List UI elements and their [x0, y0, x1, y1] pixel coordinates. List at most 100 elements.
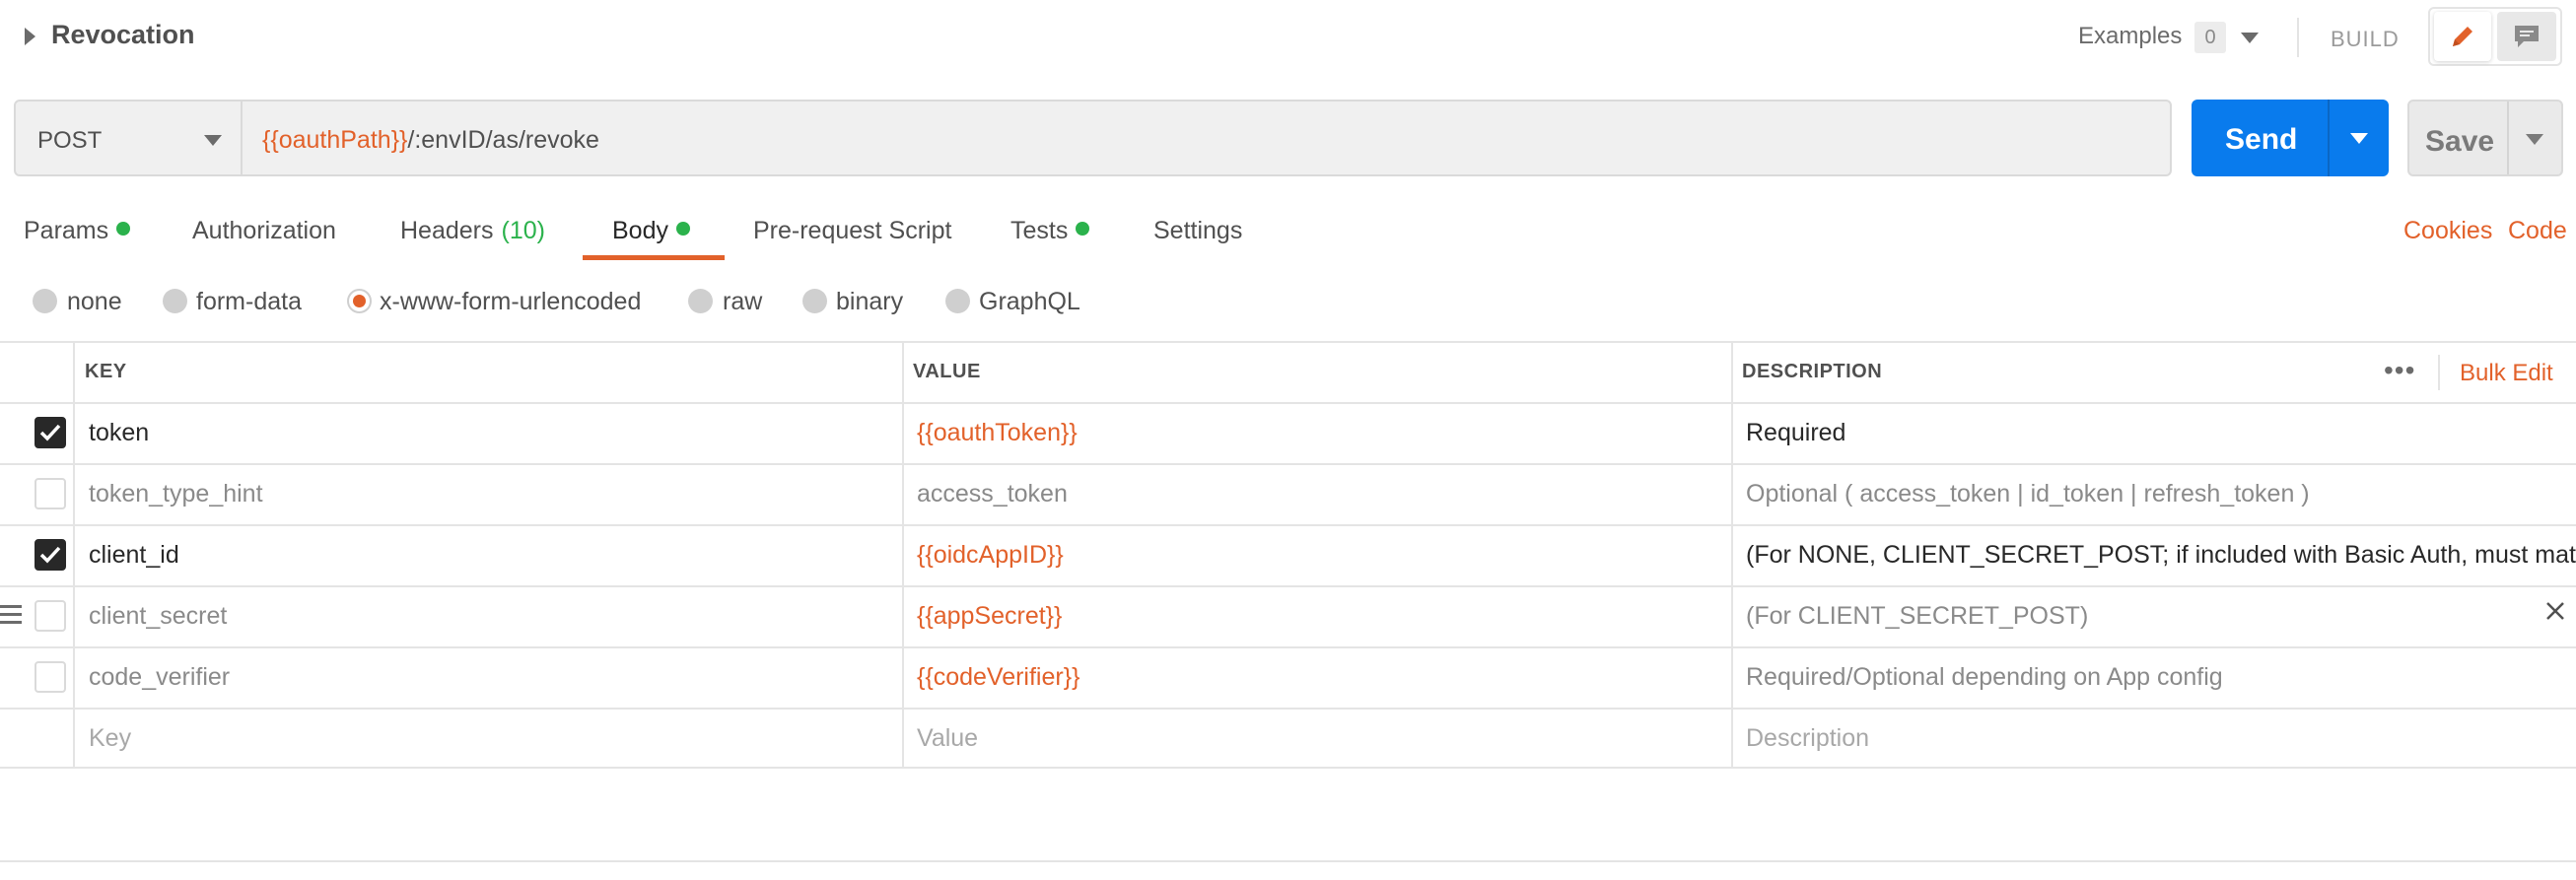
row-checkbox[interactable]	[35, 478, 66, 509]
tab-label: Authorization	[192, 217, 336, 244]
request-name[interactable]: Revocation	[51, 20, 195, 50]
row-border	[0, 585, 2576, 587]
comment-icon	[2515, 26, 2539, 47]
header-divider	[2438, 355, 2440, 390]
save-button[interactable]: Save	[2407, 100, 2563, 176]
examples-label[interactable]: Examples	[2078, 23, 2182, 50]
expand-caret-icon[interactable]	[25, 28, 35, 45]
row-border	[0, 646, 2576, 648]
send-label: Send	[2225, 123, 2298, 156]
param-key[interactable]: client_id	[89, 541, 179, 570]
radio-label-none[interactable]: none	[67, 288, 122, 316]
method-value: POST	[37, 127, 103, 154]
row-checkbox[interactable]	[35, 661, 66, 693]
radio-graphql[interactable]	[945, 289, 970, 313]
param-description[interactable]: (For CLIENT_SECRET_POST)	[1746, 602, 2088, 631]
row-checkbox[interactable]	[35, 600, 66, 632]
method-select[interactable]: POST	[14, 100, 243, 176]
header-divider	[2297, 18, 2299, 57]
param-value[interactable]: {{oidcAppID}}	[917, 541, 1064, 570]
tab-label: Params	[24, 217, 109, 244]
save-label: Save	[2425, 125, 2495, 158]
param-value[interactable]: {{appSecret}}	[917, 602, 1062, 631]
table-top-border	[0, 341, 2576, 343]
tab-label: Pre-request Script	[753, 217, 952, 244]
radio-label-form-data[interactable]: form-data	[196, 288, 302, 316]
radio-x-www-form-urlencoded[interactable]	[347, 289, 372, 313]
row-border	[0, 463, 2576, 465]
radio-none[interactable]	[33, 289, 57, 313]
param-key[interactable]: code_verifier	[89, 663, 230, 692]
url-input[interactable]: {{oauthPath}}/:envID/as/revoke	[242, 100, 2172, 176]
status-dot-icon	[116, 222, 131, 236]
new-value-input[interactable]: Value	[917, 724, 978, 753]
param-key[interactable]: token_type_hint	[89, 480, 263, 508]
checkmark-icon	[39, 546, 61, 564]
param-description[interactable]: Optional ( access_token | id_token | ref…	[1746, 480, 2310, 508]
table-bottom-border	[0, 860, 2576, 862]
comments-mode-button[interactable]	[2497, 12, 2556, 61]
save-options-icon[interactable]	[2526, 134, 2543, 145]
radio-label-raw[interactable]: raw	[723, 288, 762, 316]
param-description[interactable]: Required/Optional depending on App confi…	[1746, 663, 2223, 692]
row-border	[0, 708, 2576, 710]
param-value[interactable]: access_token	[917, 480, 1068, 508]
edit-mode-button[interactable]	[2434, 12, 2491, 61]
close-icon[interactable]	[2544, 600, 2566, 622]
examples-dropdown-icon[interactable]	[2241, 33, 2259, 43]
new-description-input[interactable]: Description	[1746, 724, 1869, 753]
status-dot-icon	[1076, 222, 1090, 236]
status-dot-icon	[675, 222, 690, 236]
radio-binary[interactable]	[802, 289, 827, 313]
row-checkbox[interactable]	[35, 417, 66, 448]
send-button[interactable]: Send	[2192, 100, 2389, 176]
radio-label-graphql[interactable]: GraphQL	[979, 288, 1080, 316]
column-header-value: VALUE	[913, 361, 981, 382]
radio-label-x-www-form-urlencoded[interactable]: x-www-form-urlencoded	[380, 288, 641, 316]
param-key[interactable]: token	[89, 419, 149, 447]
save-divider	[2507, 102, 2509, 174]
drag-handle-icon[interactable]	[0, 605, 22, 629]
ellipsis-icon[interactable]: •••	[2384, 355, 2415, 386]
description-cell: (For NONE, CLIENT_SECRET_POST; if includ…	[1746, 541, 2576, 573]
active-tab-indicator	[583, 255, 725, 260]
examples-count-badge: 0	[2194, 22, 2226, 53]
param-value[interactable]: {{oauthToken}}	[917, 419, 1078, 447]
url-path: /:envID/as/revoke	[407, 126, 599, 154]
bulk-edit-link[interactable]: Bulk Edit	[2460, 360, 2553, 387]
tab-label: Headers	[400, 217, 494, 244]
tab-params[interactable]: Params	[24, 217, 131, 245]
code-link[interactable]: Code	[2508, 217, 2567, 245]
cookies-link[interactable]: Cookies	[2403, 217, 2492, 245]
column-divider	[73, 341, 75, 769]
column-divider	[902, 341, 904, 769]
tab-body[interactable]: Body	[612, 217, 690, 245]
tab-authorization[interactable]: Authorization	[192, 217, 336, 245]
column-header-key: KEY	[85, 361, 127, 382]
column-divider	[1731, 341, 1733, 769]
radio-form-data[interactable]	[163, 289, 187, 313]
row-border	[0, 524, 2576, 526]
row-border	[0, 767, 2576, 769]
url-variable: {{oauthPath}}	[262, 126, 408, 154]
tab-settings[interactable]: Settings	[1153, 217, 1242, 245]
build-mode-label: BUILD	[2331, 27, 2400, 51]
tab-headers[interactable]: Headers (10)	[400, 217, 545, 245]
row-checkbox[interactable]	[35, 539, 66, 571]
new-key-input[interactable]: Key	[89, 724, 131, 753]
param-description[interactable]: Required	[1746, 419, 1845, 447]
param-value[interactable]: {{codeVerifier}}	[917, 663, 1079, 692]
headers-count: (10)	[501, 217, 545, 244]
tab-tests[interactable]: Tests	[1010, 217, 1090, 245]
checkmark-icon	[39, 424, 61, 441]
tab-label: Settings	[1153, 217, 1243, 244]
tab-pre-request-script[interactable]: Pre-request Script	[753, 217, 951, 245]
radio-label-binary[interactable]: binary	[836, 288, 903, 316]
table-header-border	[0, 402, 2576, 404]
column-header-description: DESCRIPTION	[1742, 361, 1883, 382]
radio-raw[interactable]	[688, 289, 713, 313]
url-text: {{oauthPath}}/:envID/as/revoke	[262, 126, 599, 155]
param-description[interactable]: (For NONE, CLIENT_SECRET_POST; if includ…	[1746, 541, 2576, 570]
send-options-icon[interactable]	[2350, 133, 2368, 144]
param-key[interactable]: client_secret	[89, 602, 227, 631]
